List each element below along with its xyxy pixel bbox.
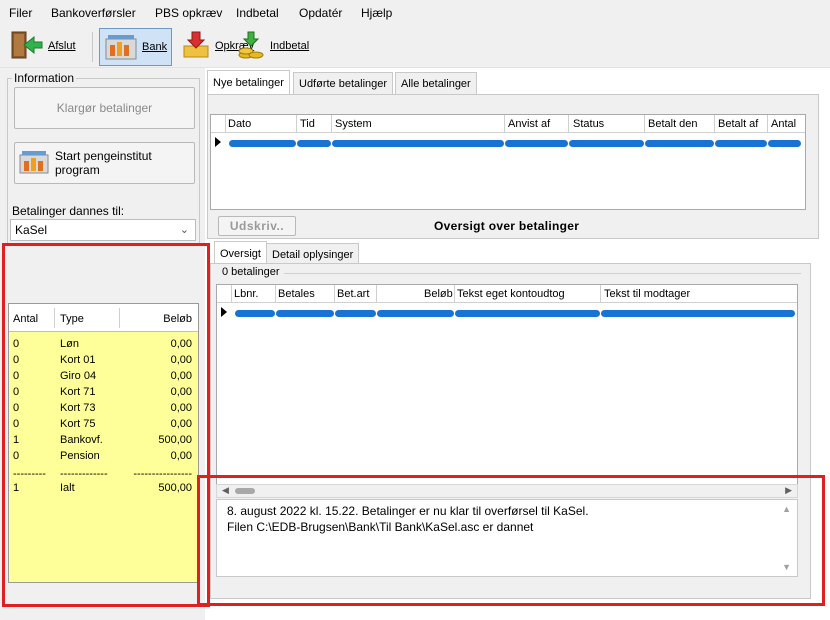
col-system[interactable]: System [335, 118, 372, 130]
tab-completed-payments[interactable]: Udførte betalinger [293, 72, 394, 94]
payments-grid[interactable]: Dato Tid System Anvist af Status Betalt … [210, 114, 806, 210]
col-divider [225, 115, 226, 133]
detail-grid-header: Lbnr. Betales Bet.art Beløb Tekst eget k… [217, 285, 797, 303]
current-row-marker-icon [215, 137, 221, 147]
menu-bankoverforsler[interactable]: Bankoverførsler [51, 6, 136, 20]
menu-bar: Filer Bankoverførsler PBS opkræv Indbeta… [0, 0, 830, 26]
print-button[interactable]: Udskriv.. [218, 216, 296, 236]
col-paid-date[interactable]: Betalt den [648, 118, 698, 130]
tab-overview[interactable]: Oversigt [214, 241, 267, 265]
exit-label: Afslut [48, 40, 76, 52]
deposit-label: Indbetal [270, 40, 310, 52]
chevron-down-icon[interactable]: ⌄ [180, 223, 189, 236]
menu-filer[interactable]: Filer [9, 6, 32, 20]
top-tabs: Nye betalinger Udførte betalinger Alle b… [207, 70, 827, 94]
payments-count-label: 0 betalinger [222, 266, 280, 278]
empty-row-cell [335, 310, 376, 317]
col-authorized-by[interactable]: Anvist af [508, 118, 550, 130]
empty-row-cell [455, 310, 600, 317]
start-bank-program-label: Start pengeinstitut program [55, 149, 152, 177]
empty-row-cell [601, 310, 795, 317]
highlight-box-summary [2, 243, 210, 607]
menu-pbs-opkraev[interactable]: PBS opkræv [155, 6, 222, 20]
col-divider [767, 115, 768, 133]
col-date[interactable]: Dato [228, 118, 251, 130]
col-count[interactable]: Antal [771, 118, 796, 130]
empty-row-cell [276, 310, 334, 317]
col-own-statement-text[interactable]: Tekst eget kontoudtog [457, 288, 565, 300]
bank-program-icon [19, 149, 49, 178]
toolbar-separator [92, 32, 93, 62]
col-payment-type[interactable]: Bet.art [337, 288, 369, 300]
empty-row-cell [569, 140, 644, 147]
current-row-marker-icon [221, 307, 227, 317]
col-divider [504, 115, 505, 133]
payments-created-for-label: Betalinger dannes til: [12, 204, 125, 218]
col-recipient-text[interactable]: Tekst til modtager [604, 288, 690, 300]
col-divider [454, 285, 455, 303]
empty-row-cell [297, 140, 331, 147]
highlight-box-log [197, 475, 825, 606]
tab-all-payments[interactable]: Alle betalinger [395, 72, 477, 94]
col-amount[interactable]: Beløb [424, 288, 453, 300]
information-legend: Information [12, 71, 77, 85]
menu-indbetal[interactable]: Indbetal [236, 6, 279, 20]
col-divider [600, 285, 601, 303]
col-divider [331, 115, 332, 133]
col-divider [334, 285, 335, 303]
empty-row-cell [332, 140, 504, 147]
recipient-dropdown[interactable]: KaSel ⌄ [10, 219, 196, 241]
start-bank-program-button[interactable]: Start pengeinstitut program [14, 142, 195, 184]
col-divider [568, 115, 569, 133]
empty-row-cell [377, 310, 454, 317]
deposit-button[interactable]: Indbetal [236, 28, 309, 64]
print-label: Udskriv.. [229, 219, 285, 233]
empty-row-cell [768, 140, 801, 147]
col-divider [275, 285, 276, 303]
toolbar: Afslut Bank Opkræv Indbetal [0, 26, 830, 68]
bank-label: Bank [142, 41, 168, 53]
prepare-payments-button[interactable]: Klargør betalinger [14, 87, 195, 129]
col-divider [714, 115, 715, 133]
tab-detail-info[interactable]: Detail oplysinger [266, 243, 360, 265]
tab-new-payments[interactable]: Nye betalinger [207, 70, 290, 94]
col-divider [231, 285, 232, 303]
col-paid-by[interactable]: Betalt af [718, 118, 758, 130]
empty-row-cell [505, 140, 568, 147]
menu-opdater[interactable]: Opdatér [299, 6, 342, 20]
exit-door-icon [10, 29, 44, 64]
col-status[interactable]: Status [573, 118, 604, 130]
empty-row-cell [645, 140, 714, 147]
empty-row-cell [235, 310, 275, 317]
col-divider [376, 285, 377, 303]
menu-hjaelp[interactable]: Hjælp [361, 6, 392, 20]
payments-grid-header: Dato Tid System Anvist af Status Betalt … [211, 115, 805, 133]
prepare-payments-label: Klargør betalinger [56, 101, 153, 115]
col-divider [296, 115, 297, 133]
empty-row-cell [229, 140, 296, 147]
exit-button[interactable]: Afslut [10, 28, 76, 64]
group-divider [284, 273, 801, 274]
recipient-value: KaSel [15, 223, 48, 237]
col-divider [644, 115, 645, 133]
bottom-tabs: Oversigt Detail oplysinger [214, 241, 514, 265]
empty-row-cell [715, 140, 767, 147]
deposit-coins-icon [236, 30, 266, 63]
bank-icon [104, 31, 138, 64]
col-time[interactable]: Tid [300, 118, 315, 130]
payment-detail-grid[interactable]: Lbnr. Betales Bet.art Beløb Tekst eget k… [216, 284, 798, 487]
col-line-number[interactable]: Lbnr. [234, 288, 258, 300]
collect-tray-icon [181, 30, 211, 63]
payments-overview-title: Oversigt over betalinger [434, 219, 580, 233]
col-paid[interactable]: Betales [278, 288, 315, 300]
bank-button[interactable]: Bank [99, 28, 173, 66]
